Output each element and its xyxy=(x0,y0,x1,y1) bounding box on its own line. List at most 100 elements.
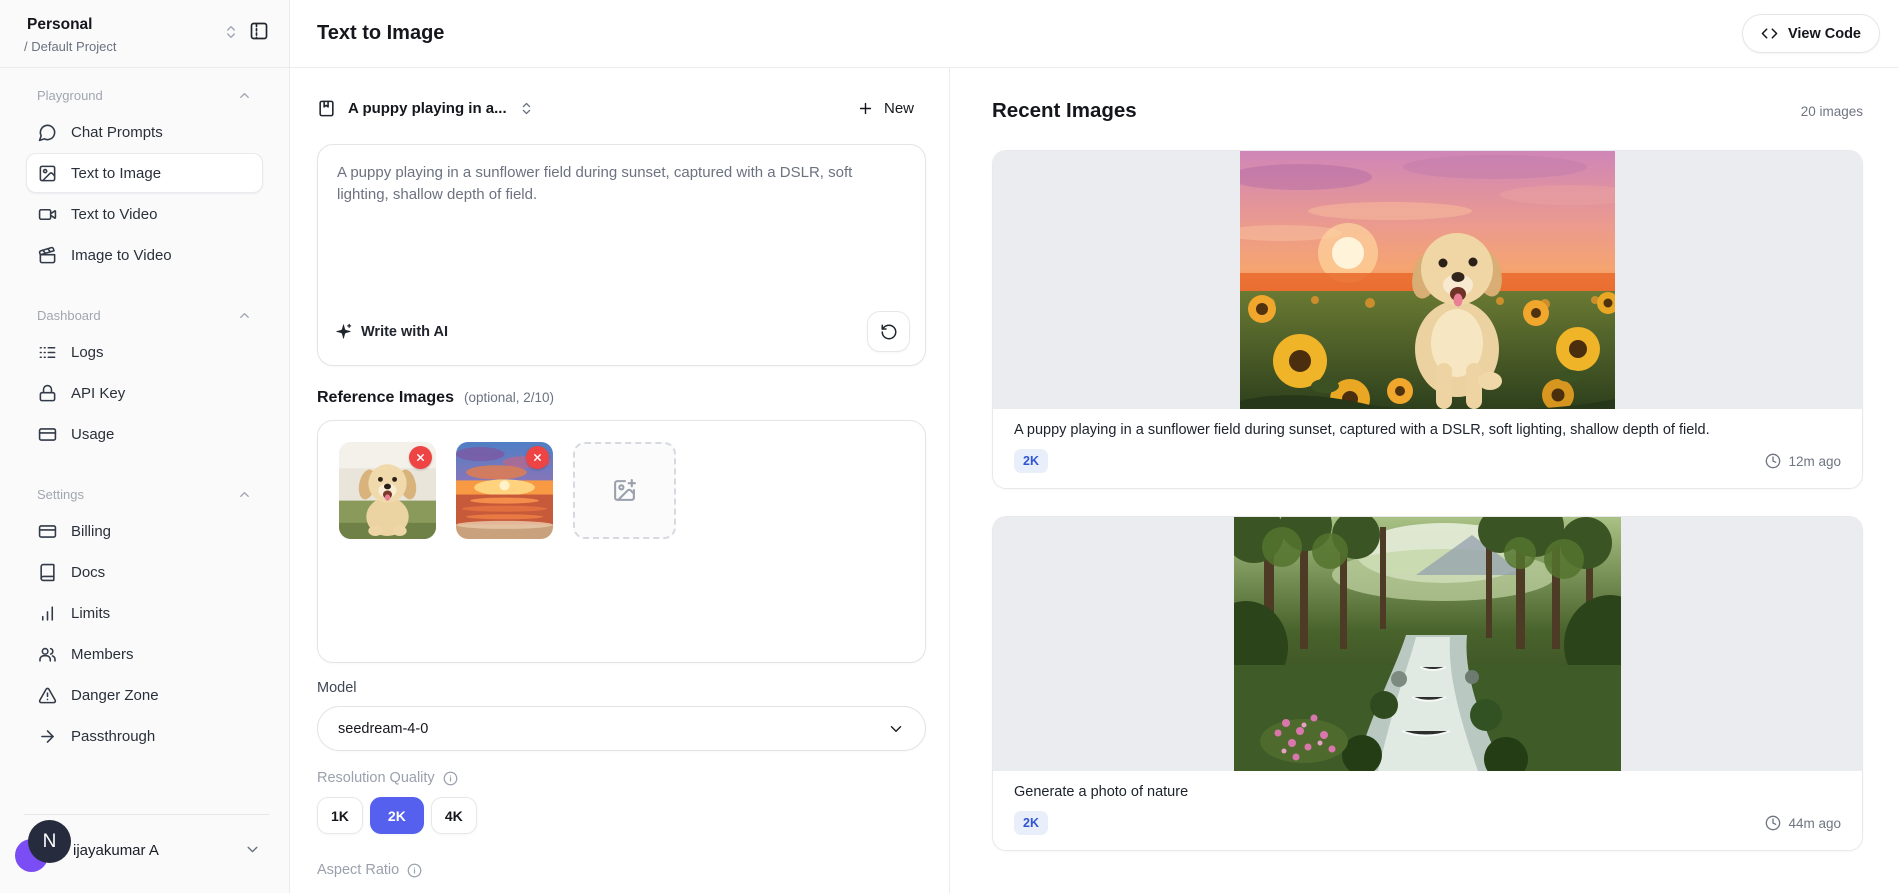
sidebar-item-billing[interactable]: Billing xyxy=(26,511,263,551)
x-icon xyxy=(415,452,426,463)
recent-image-card[interactable]: A puppy playing in a sunflower field dur… xyxy=(992,150,1863,489)
section-label: Playground xyxy=(37,88,103,103)
sidebar-item-label: Limits xyxy=(71,604,111,622)
preset-title: A puppy playing in a... xyxy=(348,99,507,117)
info-icon[interactable] xyxy=(407,863,422,878)
chat-icon xyxy=(38,123,57,142)
sidebar-toggle-icon[interactable] xyxy=(249,21,269,41)
add-reference-button[interactable] xyxy=(573,442,676,539)
chevrons-up-down-icon[interactable] xyxy=(223,24,239,40)
reset-prompt-button[interactable] xyxy=(867,311,910,352)
write-ai-label: Write with AI xyxy=(361,323,448,340)
sidebar-item-danger-zone[interactable]: Danger Zone xyxy=(26,675,263,715)
sidebar-item-logs[interactable]: Logs xyxy=(26,332,263,372)
section-header-settings: Settings xyxy=(26,487,263,502)
model-label: Model xyxy=(317,680,357,696)
sidebar-section-settings: Settings Billing Docs Limits Members Dan… xyxy=(26,487,263,756)
chevron-up-icon[interactable] xyxy=(237,308,252,323)
write-with-ai-button[interactable]: Write with AI xyxy=(335,323,448,340)
time-label: 44m ago xyxy=(1788,815,1841,831)
view-code-button[interactable]: View Code xyxy=(1741,14,1880,53)
sidebar-item-image-to-video[interactable]: Image to Video xyxy=(26,235,263,275)
topbar: Text to Image View Code xyxy=(290,0,1898,68)
remove-reference-button[interactable] xyxy=(526,446,549,469)
reference-thumb-sunset[interactable] xyxy=(456,442,553,539)
workspace-name: Personal xyxy=(27,16,93,33)
gallery-title: Recent Images xyxy=(992,99,1137,122)
lock-icon xyxy=(38,384,57,403)
cursor-initial: N xyxy=(42,830,57,852)
sidebar-item-chat-prompts[interactable]: Chat Prompts xyxy=(26,112,263,152)
user-name: ijayakumar A xyxy=(73,842,159,859)
credit-card-icon xyxy=(38,522,57,541)
time-label: 12m ago xyxy=(1788,453,1841,469)
x-icon xyxy=(532,452,543,463)
sidebar-item-usage[interactable]: Usage xyxy=(26,414,263,454)
card-meta: 2K 44m ago xyxy=(1014,811,1841,835)
card-caption: A puppy playing in a sunflower field dur… xyxy=(1014,422,1710,438)
content: A puppy playing in a... New A puppy play… xyxy=(290,68,1898,893)
resolution-2k-button[interactable]: 2K xyxy=(369,797,424,834)
undo-icon xyxy=(880,323,898,341)
card-image-area xyxy=(993,151,1862,409)
users-icon xyxy=(38,645,57,664)
clock-icon xyxy=(1765,815,1781,831)
aspect-ratio-label: Aspect Ratio xyxy=(317,862,400,878)
recent-images-panel: Recent Images 20 images A puppy playing … xyxy=(950,68,1898,893)
code-icon xyxy=(1761,25,1778,42)
video-icon xyxy=(38,205,57,224)
chevron-up-icon[interactable] xyxy=(237,88,252,103)
sidebar-section-playground: Playground Chat Prompts Text to Image Te… xyxy=(26,88,263,275)
card-body: Generate a photo of nature 2K 44m ago xyxy=(993,771,1862,850)
sidebar-item-label: Billing xyxy=(71,522,112,540)
new-prompt-button[interactable]: New xyxy=(857,100,926,117)
prompt-editor: A puppy playing in a sunflower field dur… xyxy=(317,144,926,366)
sidebar-item-label: Chat Prompts xyxy=(71,123,163,141)
recent-image-card[interactable]: Generate a photo of nature 2K 44m ago xyxy=(992,516,1863,851)
sparkles-icon xyxy=(335,323,352,340)
chevrons-up-down-icon xyxy=(519,101,534,116)
section-header-playground: Playground xyxy=(26,88,263,103)
resolution-options: 1K 2K 4K xyxy=(317,797,926,834)
model-select[interactable]: seedream-4-0 xyxy=(317,706,926,751)
workspace-switcher[interactable]: Personal / Default Project xyxy=(24,16,213,54)
section-label: Settings xyxy=(37,487,84,502)
bar-chart-icon xyxy=(38,604,57,623)
section-header-dashboard: Dashboard xyxy=(26,308,263,323)
arrow-right-icon xyxy=(38,727,57,746)
card-image-area xyxy=(993,517,1862,771)
sidebar-item-limits[interactable]: Limits xyxy=(26,593,263,633)
sidebar-item-members[interactable]: Members xyxy=(26,634,263,674)
reference-thumb-puppy[interactable] xyxy=(339,442,436,539)
card-meta: 2K 12m ago xyxy=(1014,449,1841,473)
user-menu[interactable]: N ijayakumar A xyxy=(15,814,269,893)
sidebar-item-label: Text to Video xyxy=(71,205,158,223)
page-title: Text to Image xyxy=(317,22,445,44)
sidebar-section-dashboard: Dashboard Logs API Key Usage xyxy=(26,308,263,454)
sidebar-item-api-key[interactable]: API Key xyxy=(26,373,263,413)
credit-card-icon xyxy=(38,425,57,444)
chevron-up-icon[interactable] xyxy=(237,487,252,502)
sidebar-item-text-to-video[interactable]: Text to Video xyxy=(26,194,263,234)
resolution-label: Resolution Quality xyxy=(317,770,435,786)
resolution-1k-button[interactable]: 1K xyxy=(317,797,363,834)
clapperboard-icon xyxy=(38,246,57,265)
info-icon[interactable] xyxy=(443,771,458,786)
prompt-preset-selector[interactable]: A puppy playing in a... xyxy=(317,99,534,118)
sidebar-item-label: API Key xyxy=(71,384,126,402)
remove-reference-button[interactable] xyxy=(409,446,432,469)
chevron-down-icon xyxy=(887,720,905,738)
plus-icon xyxy=(857,100,874,117)
sidebar: Personal / Default Project Playground Ch… xyxy=(0,0,290,893)
chevron-down-icon[interactable] xyxy=(244,841,261,858)
sidebar-item-text-to-image[interactable]: Text to Image xyxy=(26,153,263,193)
prompt-textarea[interactable]: A puppy playing in a sunflower field dur… xyxy=(337,162,882,206)
resolution-4k-button[interactable]: 4K xyxy=(430,797,477,834)
bookmark-icon xyxy=(317,99,336,118)
gallery-count: 20 images xyxy=(1800,103,1863,119)
sidebar-item-docs[interactable]: Docs xyxy=(26,552,263,592)
reference-header: Reference Images (optional, 2/10) xyxy=(317,389,926,407)
sidebar-item-label: Danger Zone xyxy=(71,686,159,704)
sidebar-item-passthrough[interactable]: Passthrough xyxy=(26,716,263,756)
sidebar-item-label: Image to Video xyxy=(71,246,172,264)
